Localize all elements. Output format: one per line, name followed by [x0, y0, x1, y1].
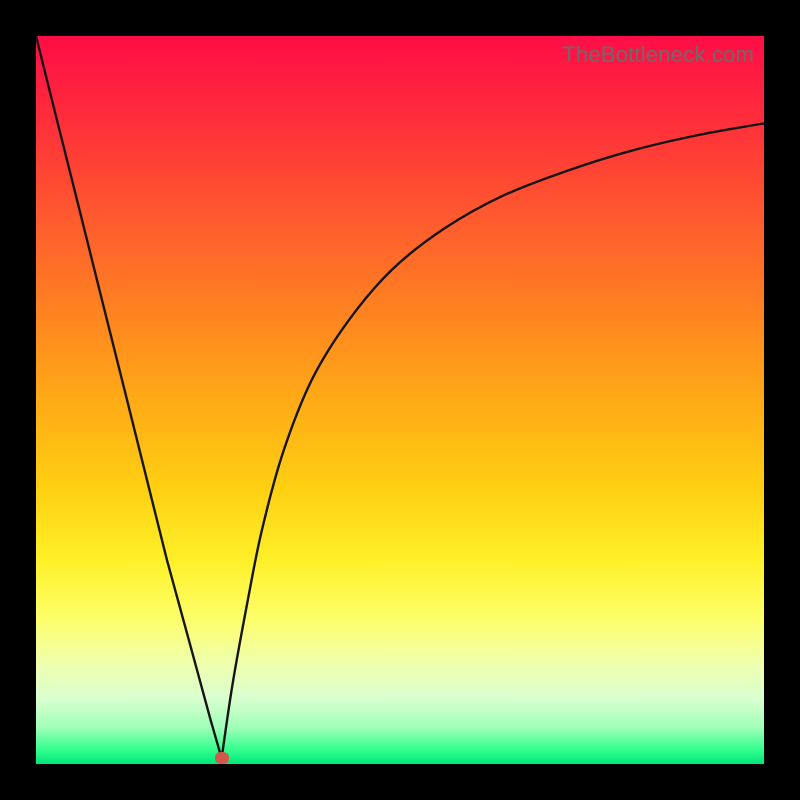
curve-path — [36, 36, 764, 758]
chart-frame: TheBottleneck.com — [0, 0, 800, 800]
watermark-label: TheBottleneck.com — [562, 42, 754, 68]
minimum-marker — [215, 752, 229, 764]
bottleneck-curve — [36, 36, 764, 764]
plot-area: TheBottleneck.com — [36, 36, 764, 764]
